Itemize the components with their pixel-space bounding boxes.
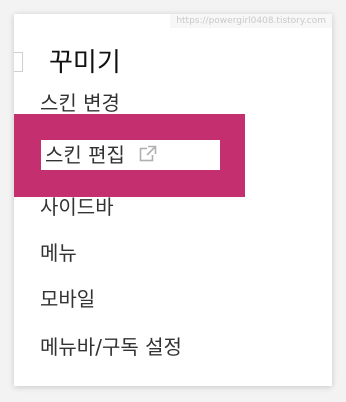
menu-item-menubar-subscribe[interactable]: 메뉴바/구독 설정 (40, 332, 182, 362)
menu-item-menu[interactable]: 메뉴 (40, 238, 77, 268)
section-title: 꾸미기 (49, 48, 121, 78)
menu-item-skin-edit-label: 스킨 편집 (45, 143, 125, 167)
menu-item-mobile[interactable]: 모바일 (40, 284, 95, 314)
watermark-url: https://powergirl0408.tistory.com (170, 14, 332, 28)
menu-item-skin-edit[interactable]: 스킨 편집 (41, 140, 158, 170)
customize-menu-panel: https://powergirl0408.tistory.com 꾸미기 스킨… (14, 14, 332, 386)
menu-item-sidebar[interactable]: 사이드바 (40, 192, 114, 222)
collapse-tab-icon[interactable] (14, 52, 23, 72)
external-link-icon (140, 145, 158, 162)
